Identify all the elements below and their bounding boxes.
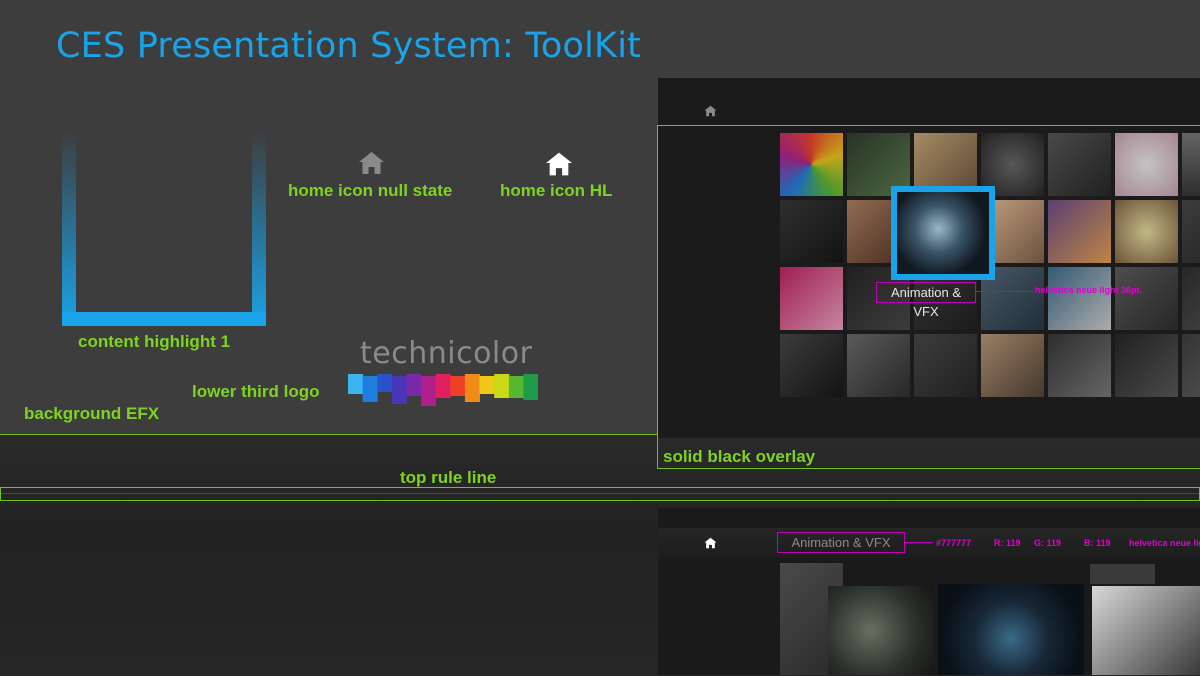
home-icon[interactable]: [704, 536, 717, 554]
solid-black-overlay-label: solid black overlay: [663, 447, 816, 466]
top-rule-inner: [1, 493, 1199, 494]
content-highlight-frame: [62, 130, 266, 326]
rgb-b-annotation: B: 119: [1084, 538, 1111, 548]
technicolor-logo-icon: [348, 374, 539, 413]
background-efx-label: background EFX: [24, 404, 160, 423]
top-rule-line-label: top rule line: [400, 468, 497, 487]
logo-color-bar: [406, 374, 422, 396]
thumbnail-tile: [828, 586, 934, 675]
home-null-icon: [358, 151, 385, 175]
logo-color-bar: [348, 374, 364, 394]
home-null-label: home icon null state: [288, 181, 453, 200]
logo-color-bar: [362, 376, 378, 402]
logo-color-bar: [464, 374, 480, 402]
logo-color-bar: [494, 374, 510, 398]
logo-color-bar: [435, 374, 451, 398]
rgb-r-annotation: R: 119: [994, 538, 1021, 548]
technicolor-wordmark: technicolor: [360, 336, 533, 371]
home-icon[interactable]: [704, 104, 717, 122]
logo-color-bar: [450, 376, 466, 396]
content-highlight-label: content highlight 1: [78, 332, 231, 351]
logo-color-bar: [523, 374, 539, 400]
page-title: CES Presentation System: ToolKit: [56, 26, 642, 66]
font-note-annotation: helvetica neue light 36pt.: [1129, 538, 1200, 548]
lower-third-logo-label: lower third logo: [192, 382, 320, 401]
font-note-clip: helvetica neue light 36pt.: [1129, 538, 1200, 550]
logo-color-bar: [479, 376, 495, 394]
annotation-pointer: [905, 542, 933, 543]
home-hl-label: home icon HL: [500, 181, 613, 200]
home-hl-icon: [545, 151, 573, 177]
solid-black-overlay-frame: [657, 125, 1200, 469]
thumbnail-tile: [1092, 586, 1200, 675]
rgb-g-annotation: G: 119: [1034, 538, 1062, 548]
logo-color-bar: [508, 376, 524, 398]
logo-color-bar: [377, 374, 393, 392]
logo-color-bar: [421, 376, 437, 406]
top-rule-line: [0, 487, 1200, 501]
top-nav-bar: [658, 528, 1200, 558]
nav-category-label[interactable]: Animation & VFX: [777, 532, 905, 553]
thumbnail-tile: [1090, 564, 1155, 584]
featured-thumbnail: [938, 584, 1084, 675]
color-hex-annotation: #777777: [936, 538, 972, 548]
logo-color-bar: [391, 376, 407, 404]
